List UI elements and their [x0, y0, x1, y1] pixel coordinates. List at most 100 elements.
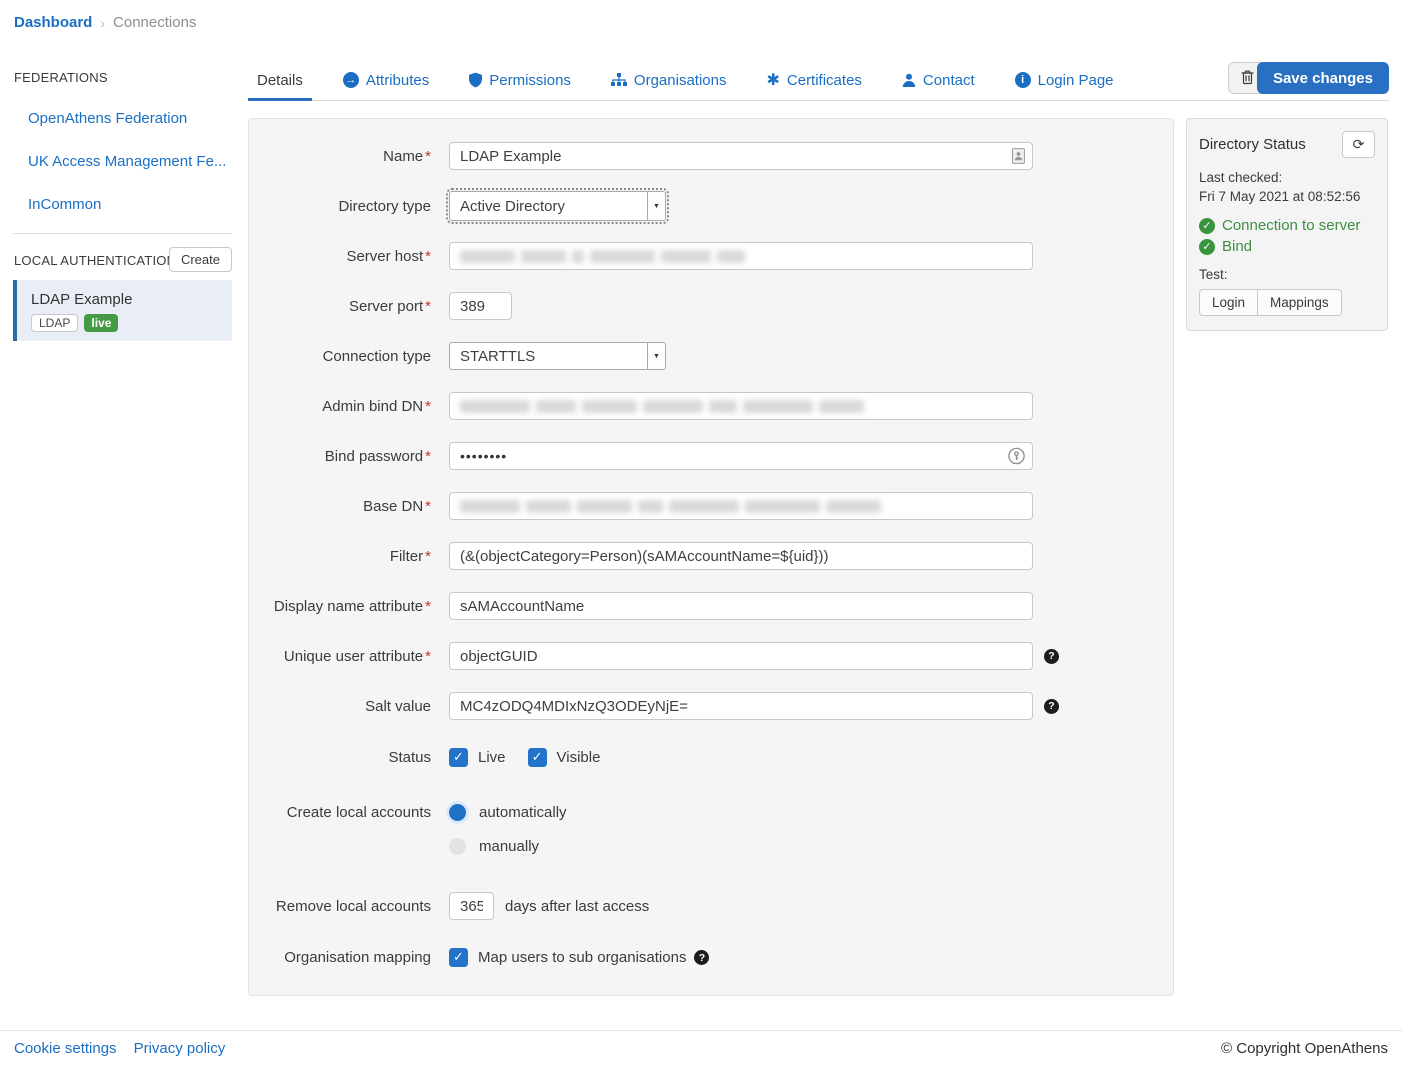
salt-value-input[interactable]	[449, 692, 1033, 720]
shield-icon	[469, 72, 482, 88]
tab-certificates[interactable]: ✱ Certificates	[757, 60, 870, 100]
dropdown-arrow-icon: ▼	[647, 192, 665, 220]
map-users-checkbox-label: Map users to sub organisations	[478, 949, 686, 966]
redacted-value	[460, 400, 864, 413]
check-circle-icon: ✓	[1199, 218, 1215, 234]
server-host-input[interactable]	[449, 242, 1033, 270]
tab-attributes[interactable]: → Attributes	[334, 60, 438, 100]
sidebar-item-ldap-example[interactable]: LDAP Example LDAP live	[13, 280, 232, 341]
server-port-label: Server port	[349, 298, 423, 315]
required-marker: *	[425, 398, 431, 415]
server-host-label: Server host	[346, 248, 423, 265]
required-marker: *	[425, 148, 431, 165]
tab-login-page[interactable]: i Login Page	[1006, 60, 1123, 100]
required-marker: *	[425, 648, 431, 665]
connection-name: LDAP Example	[31, 291, 232, 308]
help-icon[interactable]: ?	[694, 950, 709, 965]
visible-checkbox-label: Visible	[557, 749, 601, 766]
tab-contact[interactable]: Contact	[893, 60, 984, 100]
tab-details[interactable]: Details	[248, 60, 312, 100]
live-checkbox-label: Live	[478, 749, 506, 766]
connection-type-label: Connection type	[249, 348, 431, 365]
check-circle-icon: ✓	[1199, 239, 1215, 255]
unique-user-attribute-label: Unique user attribute	[284, 648, 423, 665]
required-marker: *	[425, 598, 431, 615]
required-marker: *	[425, 298, 431, 315]
map-users-checkbox[interactable]: ✓	[449, 948, 468, 967]
base-dn-input[interactable]	[449, 492, 1033, 520]
local-authentication-heading: LOCAL AUTHENTICATION	[14, 253, 176, 268]
directory-status-title: Directory Status	[1199, 136, 1306, 153]
breadcrumb-dashboard-link[interactable]: Dashboard	[14, 14, 92, 31]
create-connection-button[interactable]: Create	[169, 247, 232, 272]
remove-local-accounts-suffix: days after last access	[505, 898, 649, 915]
display-name-attribute-input[interactable]	[449, 592, 1033, 620]
test-mappings-button[interactable]: Mappings	[1258, 289, 1342, 316]
visible-checkbox[interactable]: ✓	[528, 748, 547, 767]
sidebar-item-incommon[interactable]: InCommon	[28, 196, 101, 213]
salt-value-label: Salt value	[249, 698, 431, 715]
tab-permissions[interactable]: Permissions	[460, 60, 580, 100]
bind-password-input[interactable]: ••••••••	[449, 442, 1033, 470]
connection-type-badge: LDAP	[31, 314, 78, 332]
details-form-panel: Name* Directory type Active Directory ▼ …	[248, 118, 1174, 996]
server-port-input[interactable]	[449, 292, 512, 320]
create-local-accounts-label: Create local accounts	[249, 804, 431, 821]
trash-icon	[1240, 69, 1255, 88]
refresh-status-button[interactable]: ⟳	[1342, 131, 1375, 158]
bind-password-label: Bind password	[325, 448, 423, 465]
last-checked-label: Last checked:	[1199, 168, 1375, 187]
remove-local-accounts-days-input[interactable]	[449, 892, 494, 920]
directory-type-label: Directory type	[249, 198, 431, 215]
connection-check: ✓ Connection to server	[1199, 215, 1375, 236]
privacy-policy-link[interactable]: Privacy policy	[134, 1040, 226, 1057]
directory-status-panel: Directory Status ⟳ Last checked: Fri 7 M…	[1186, 118, 1388, 331]
name-input[interactable]	[449, 142, 1033, 170]
redacted-value	[460, 500, 881, 513]
footer: Cookie settings Privacy policy © Copyrig…	[0, 1030, 1402, 1057]
automatically-radio[interactable]	[449, 804, 466, 821]
certificate-seal-icon: ✱	[766, 72, 779, 88]
cookie-settings-link[interactable]: Cookie settings	[14, 1040, 117, 1057]
display-name-attribute-label: Display name attribute	[274, 598, 423, 615]
redacted-value	[460, 250, 745, 263]
person-icon	[902, 73, 916, 87]
admin-bind-dn-input[interactable]	[449, 392, 1033, 420]
manually-radio[interactable]	[449, 838, 466, 855]
directory-type-select[interactable]: Active Directory ▼	[449, 191, 666, 221]
unique-user-attribute-input[interactable]	[449, 642, 1033, 670]
manually-radio-label: manually	[479, 838, 539, 855]
tab-bar: Details → Attributes Permissions Organis…	[248, 60, 1389, 101]
last-checked-value: Fri 7 May 2021 at 08:52:56	[1199, 187, 1375, 206]
dropdown-arrow-icon: ▼	[647, 343, 665, 369]
organisation-mapping-label: Organisation mapping	[249, 949, 431, 966]
copyright-text: © Copyright OpenAthens	[1221, 1040, 1388, 1057]
name-label: Name	[383, 148, 423, 165]
sidebar-item-uk-access-management[interactable]: UK Access Management Fe...	[28, 153, 226, 170]
filter-label: Filter	[390, 548, 423, 565]
chevron-right-icon: ›	[100, 15, 105, 31]
help-icon[interactable]: ?	[1044, 649, 1059, 664]
required-marker: *	[425, 498, 431, 515]
page: Dashboard › Connections FEDERATIONS Open…	[0, 0, 1402, 1074]
help-icon[interactable]: ?	[1044, 699, 1059, 714]
sidebar-divider	[13, 233, 232, 234]
live-checkbox[interactable]: ✓	[449, 748, 468, 767]
connection-live-badge: live	[84, 314, 118, 332]
refresh-icon: ⟳	[1353, 137, 1365, 153]
sidebar-item-openathens-federation[interactable]: OpenAthens Federation	[28, 110, 187, 127]
arrow-circle-right-icon: →	[343, 72, 359, 88]
connection-type-select[interactable]: STARTTLS ▼	[449, 342, 666, 370]
remove-local-accounts-label: Remove local accounts	[249, 898, 431, 915]
filter-input[interactable]	[449, 542, 1033, 570]
info-circle-icon: i	[1015, 72, 1031, 88]
required-marker: *	[425, 248, 431, 265]
automatically-radio-label: automatically	[479, 804, 567, 821]
required-marker: *	[425, 548, 431, 565]
tab-organisations[interactable]: Organisations	[602, 60, 736, 100]
password-key-icon[interactable]	[1008, 448, 1025, 465]
test-login-button[interactable]: Login	[1199, 289, 1258, 316]
autofill-contact-icon[interactable]	[1012, 148, 1025, 164]
save-changes-button[interactable]: Save changes	[1257, 62, 1389, 94]
breadcrumb: Dashboard › Connections	[14, 14, 196, 31]
